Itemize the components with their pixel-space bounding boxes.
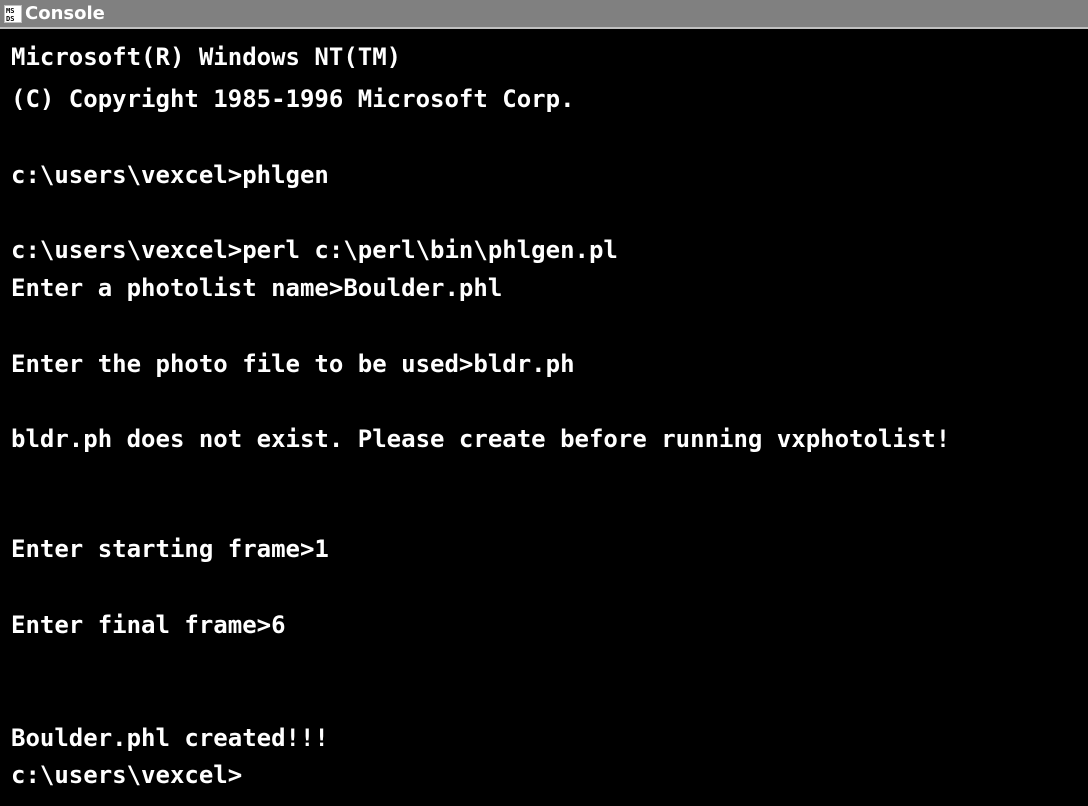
window-title: Console	[25, 3, 105, 24]
console-output[interactable]: Microsoft(R) Windows NT(TM) (C) Copyrigh…	[0, 29, 1088, 806]
svg-text:MS: MS	[6, 7, 14, 15]
svg-text:DS: DS	[6, 15, 14, 23]
console-line: bldr.ph does not exist. Please create be…	[11, 425, 951, 453]
console-line: c:\users\vexcel>phlgen	[11, 161, 329, 189]
console-line: Enter final frame>6	[11, 611, 286, 639]
console-line: Boulder.phl created!!!	[11, 724, 329, 752]
console-line: c:\users\vexcel>perl c:\perl\bin\phlgen.…	[11, 236, 618, 264]
console-line: Enter a photolist name>Boulder.phl	[11, 274, 503, 302]
ms-dos-icon[interactable]: MS DS	[4, 4, 22, 23]
console-line: Microsoft(R) Windows NT(TM)	[11, 43, 402, 71]
console-line: Enter starting frame>1	[11, 535, 329, 563]
command-prompt[interactable]: c:\users\vexcel>	[11, 760, 242, 790]
console-line: (C) Copyright 1985-1996 Microsoft Corp.	[11, 85, 575, 113]
title-bar[interactable]: MS DS Console	[0, 0, 1088, 29]
console-window: MS DS Console Microsoft(R) Windows NT(TM…	[0, 0, 1088, 806]
console-line: Enter the photo file to be used>bldr.ph	[11, 350, 575, 378]
